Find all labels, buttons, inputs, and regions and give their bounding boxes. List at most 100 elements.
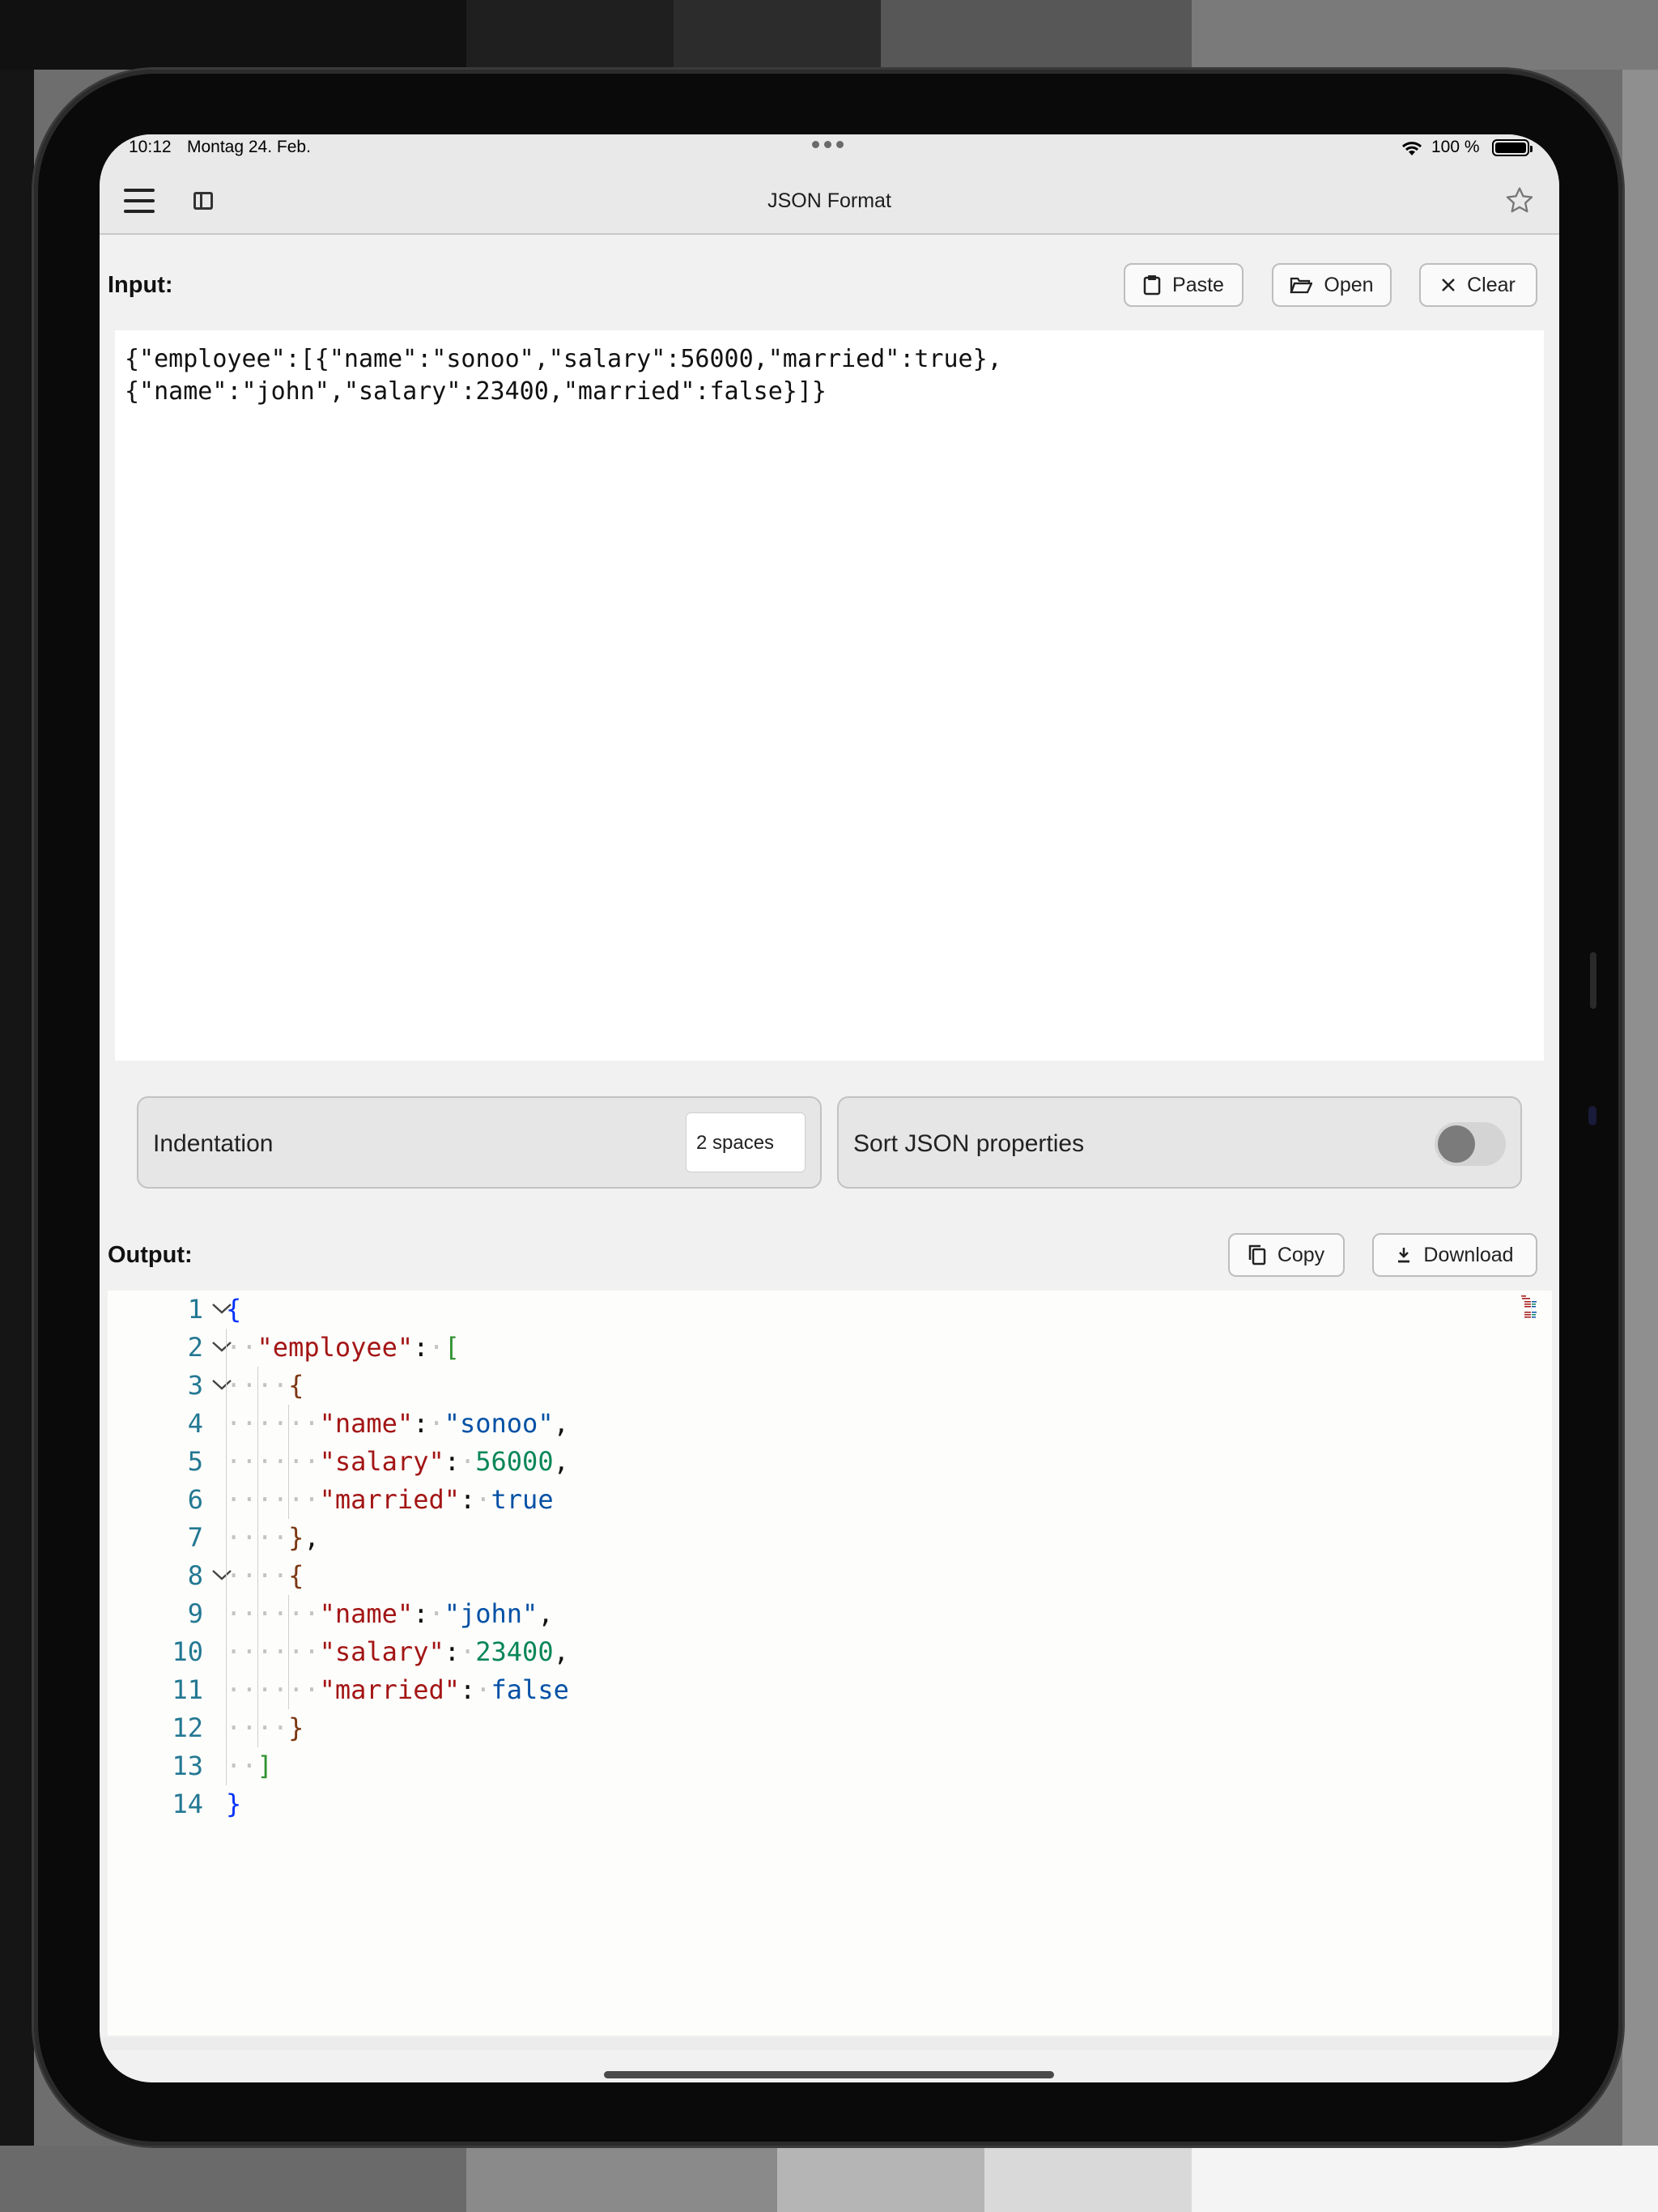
- line-number: 10: [172, 1636, 203, 1667]
- indent-guide: [226, 1595, 227, 1633]
- line-number: 11: [172, 1674, 203, 1705]
- multitasking-dots-icon[interactable]: [812, 141, 844, 148]
- download-icon: [1398, 1248, 1410, 1263]
- close-icon: [1442, 279, 1456, 291]
- side-button: [1590, 952, 1596, 1009]
- code-text: ······"name":·"sonoo",: [226, 1408, 569, 1439]
- open-button[interactable]: Open: [1272, 263, 1392, 307]
- line-number: 7: [187, 1522, 203, 1553]
- code-text: ····},: [226, 1522, 320, 1553]
- code-line: 4 ······"name":·"sonoo",: [108, 1405, 1552, 1443]
- indent-guide: [288, 1671, 290, 1709]
- code-text: }: [226, 1789, 242, 1819]
- code-line: 12 ····}: [108, 1709, 1552, 1747]
- indent-guide: [288, 1633, 290, 1671]
- open-label: Open: [1324, 273, 1374, 296]
- code-text: ··]: [226, 1750, 273, 1781]
- indent-guide: [288, 1481, 290, 1519]
- code-line: 3 ····{: [108, 1367, 1552, 1405]
- star-icon[interactable]: [1503, 185, 1536, 217]
- indentation-label: Indentation: [153, 1130, 274, 1157]
- sort-properties-label: Sort JSON properties: [853, 1130, 1085, 1157]
- line-number: 14: [172, 1789, 203, 1819]
- battery-icon: [1492, 139, 1533, 156]
- code-text: ······"salary":·23400,: [226, 1636, 569, 1667]
- code-text: ····{: [226, 1560, 304, 1591]
- code-text: ····{: [226, 1370, 304, 1401]
- code-line: 8 ····{: [108, 1557, 1552, 1595]
- copy-icon: [1248, 1244, 1266, 1266]
- page-title: JSON Format: [767, 189, 891, 212]
- paste-button[interactable]: Paste: [1124, 263, 1244, 307]
- status-date: Montag 24. Feb.: [187, 138, 311, 156]
- paste-label: Paste: [1172, 273, 1224, 296]
- json-input-textarea[interactable]: {"employee":[{"name":"sonoo","salary":56…: [115, 330, 1544, 1061]
- input-label: Input:: [108, 272, 173, 298]
- sort-properties-option: Sort JSON properties: [837, 1096, 1522, 1189]
- indent-guide: [226, 1329, 227, 1367]
- code-text: ······"salary":·56000,: [226, 1446, 569, 1477]
- code-line: 2 ··"employee":·[: [108, 1329, 1552, 1367]
- code-text: ······"married":·true: [226, 1484, 554, 1515]
- download-button[interactable]: Download: [1372, 1233, 1537, 1277]
- indent-guide: [288, 1443, 290, 1481]
- indent-guide: [226, 1671, 227, 1709]
- indent-guide: [226, 1709, 227, 1747]
- copy-label: Copy: [1277, 1243, 1325, 1266]
- code-text: ····}: [226, 1712, 304, 1743]
- indent-guide: [226, 1405, 227, 1443]
- clear-button[interactable]: Clear: [1419, 263, 1537, 307]
- code-line: 13 ··]: [108, 1747, 1552, 1785]
- code-line: 7 ····},: [108, 1519, 1552, 1557]
- code-line: 6 ······"married":·true: [108, 1481, 1552, 1519]
- home-indicator[interactable]: [604, 2071, 1054, 2078]
- folder-open-icon: [1290, 277, 1313, 294]
- indent-guide: [257, 1405, 258, 1443]
- indent-guide: [257, 1443, 258, 1481]
- indent-guide: [288, 1405, 290, 1443]
- status-time: 10:12: [129, 138, 172, 156]
- code-line: 14}: [108, 1785, 1552, 1823]
- indent-guide: [257, 1367, 258, 1405]
- line-number: 3: [187, 1370, 203, 1401]
- clear-label: Clear: [1467, 273, 1516, 296]
- code-line: 5 ······"salary":·56000,: [108, 1443, 1552, 1481]
- indentation-option: Indentation 2 spaces: [137, 1096, 822, 1189]
- wifi-icon: [1401, 142, 1422, 155]
- json-output-editor[interactable]: 1{2 ··"employee":·[3 ····{ 4 ······"name":·"…: [108, 1291, 1552, 2035]
- line-number: 12: [172, 1712, 203, 1743]
- sort-properties-toggle[interactable]: [1435, 1122, 1506, 1166]
- code-line: 11 ······"married":·false: [108, 1671, 1552, 1709]
- indent-guide: [226, 1633, 227, 1671]
- output-label: Output:: [108, 1242, 193, 1268]
- code-line: 1{: [108, 1291, 1552, 1329]
- line-number: 4: [187, 1408, 203, 1439]
- indent-guide: [257, 1557, 258, 1595]
- code-text: ······"name":·"john",: [226, 1598, 554, 1629]
- code-line: 9 ······"name":·"john",: [108, 1595, 1552, 1633]
- indent-guide: [226, 1443, 227, 1481]
- code-text: ······"married":·false: [226, 1674, 569, 1705]
- indentation-select[interactable]: 2 spaces: [686, 1112, 806, 1172]
- indent-guide: [226, 1367, 227, 1405]
- code-line: 10 ······"salary":·23400,: [108, 1633, 1552, 1671]
- navigation-bar: JSON Format: [100, 172, 1559, 235]
- bottom-strip: [100, 2037, 1559, 2050]
- indent-guide: [257, 1633, 258, 1671]
- indent-guide: [257, 1595, 258, 1633]
- indent-guide: [257, 1671, 258, 1709]
- app-screen: 10:12 Montag 24. Feb. 100 % JSON Format …: [100, 134, 1559, 2082]
- line-number: 13: [172, 1750, 203, 1781]
- indent-guide: [226, 1481, 227, 1519]
- code-text: {: [226, 1294, 242, 1325]
- line-number: 8: [187, 1560, 203, 1591]
- indent-guide: [257, 1709, 258, 1747]
- indent-guide: [226, 1519, 227, 1557]
- side-sensor: [1588, 1106, 1596, 1125]
- line-number: 6: [187, 1484, 203, 1515]
- indent-guide: [226, 1557, 227, 1595]
- indent-guide: [257, 1481, 258, 1519]
- copy-button[interactable]: Copy: [1228, 1233, 1345, 1277]
- download-label: Download: [1423, 1243, 1514, 1266]
- battery-percent: 100 %: [1431, 138, 1480, 156]
